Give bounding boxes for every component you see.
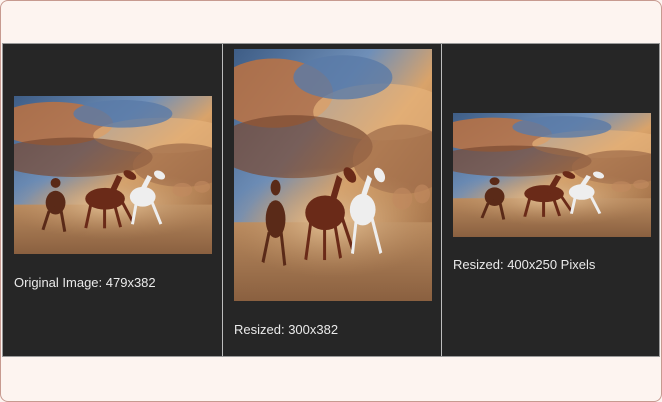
image-caption-resized-300: Resized: 300x382 [234, 322, 339, 337]
image-caption-original: Original Image: 479x382 [14, 275, 156, 290]
gallery-cell-resized-400: Resized: 400x250 Pixels [441, 44, 659, 356]
image-gallery: Original Image: 479x382 Resized: 300x382… [2, 43, 660, 357]
gallery-cell-original: Original Image: 479x382 [3, 44, 222, 356]
horse-photo-original [14, 96, 212, 254]
image-caption-resized-400: Resized: 400x250 Pixels [453, 257, 596, 272]
gallery-cell-resized-300: Resized: 300x382 [222, 44, 441, 356]
horse-photo-resized-300 [234, 49, 432, 301]
horse-photo-resized-400 [453, 113, 651, 237]
